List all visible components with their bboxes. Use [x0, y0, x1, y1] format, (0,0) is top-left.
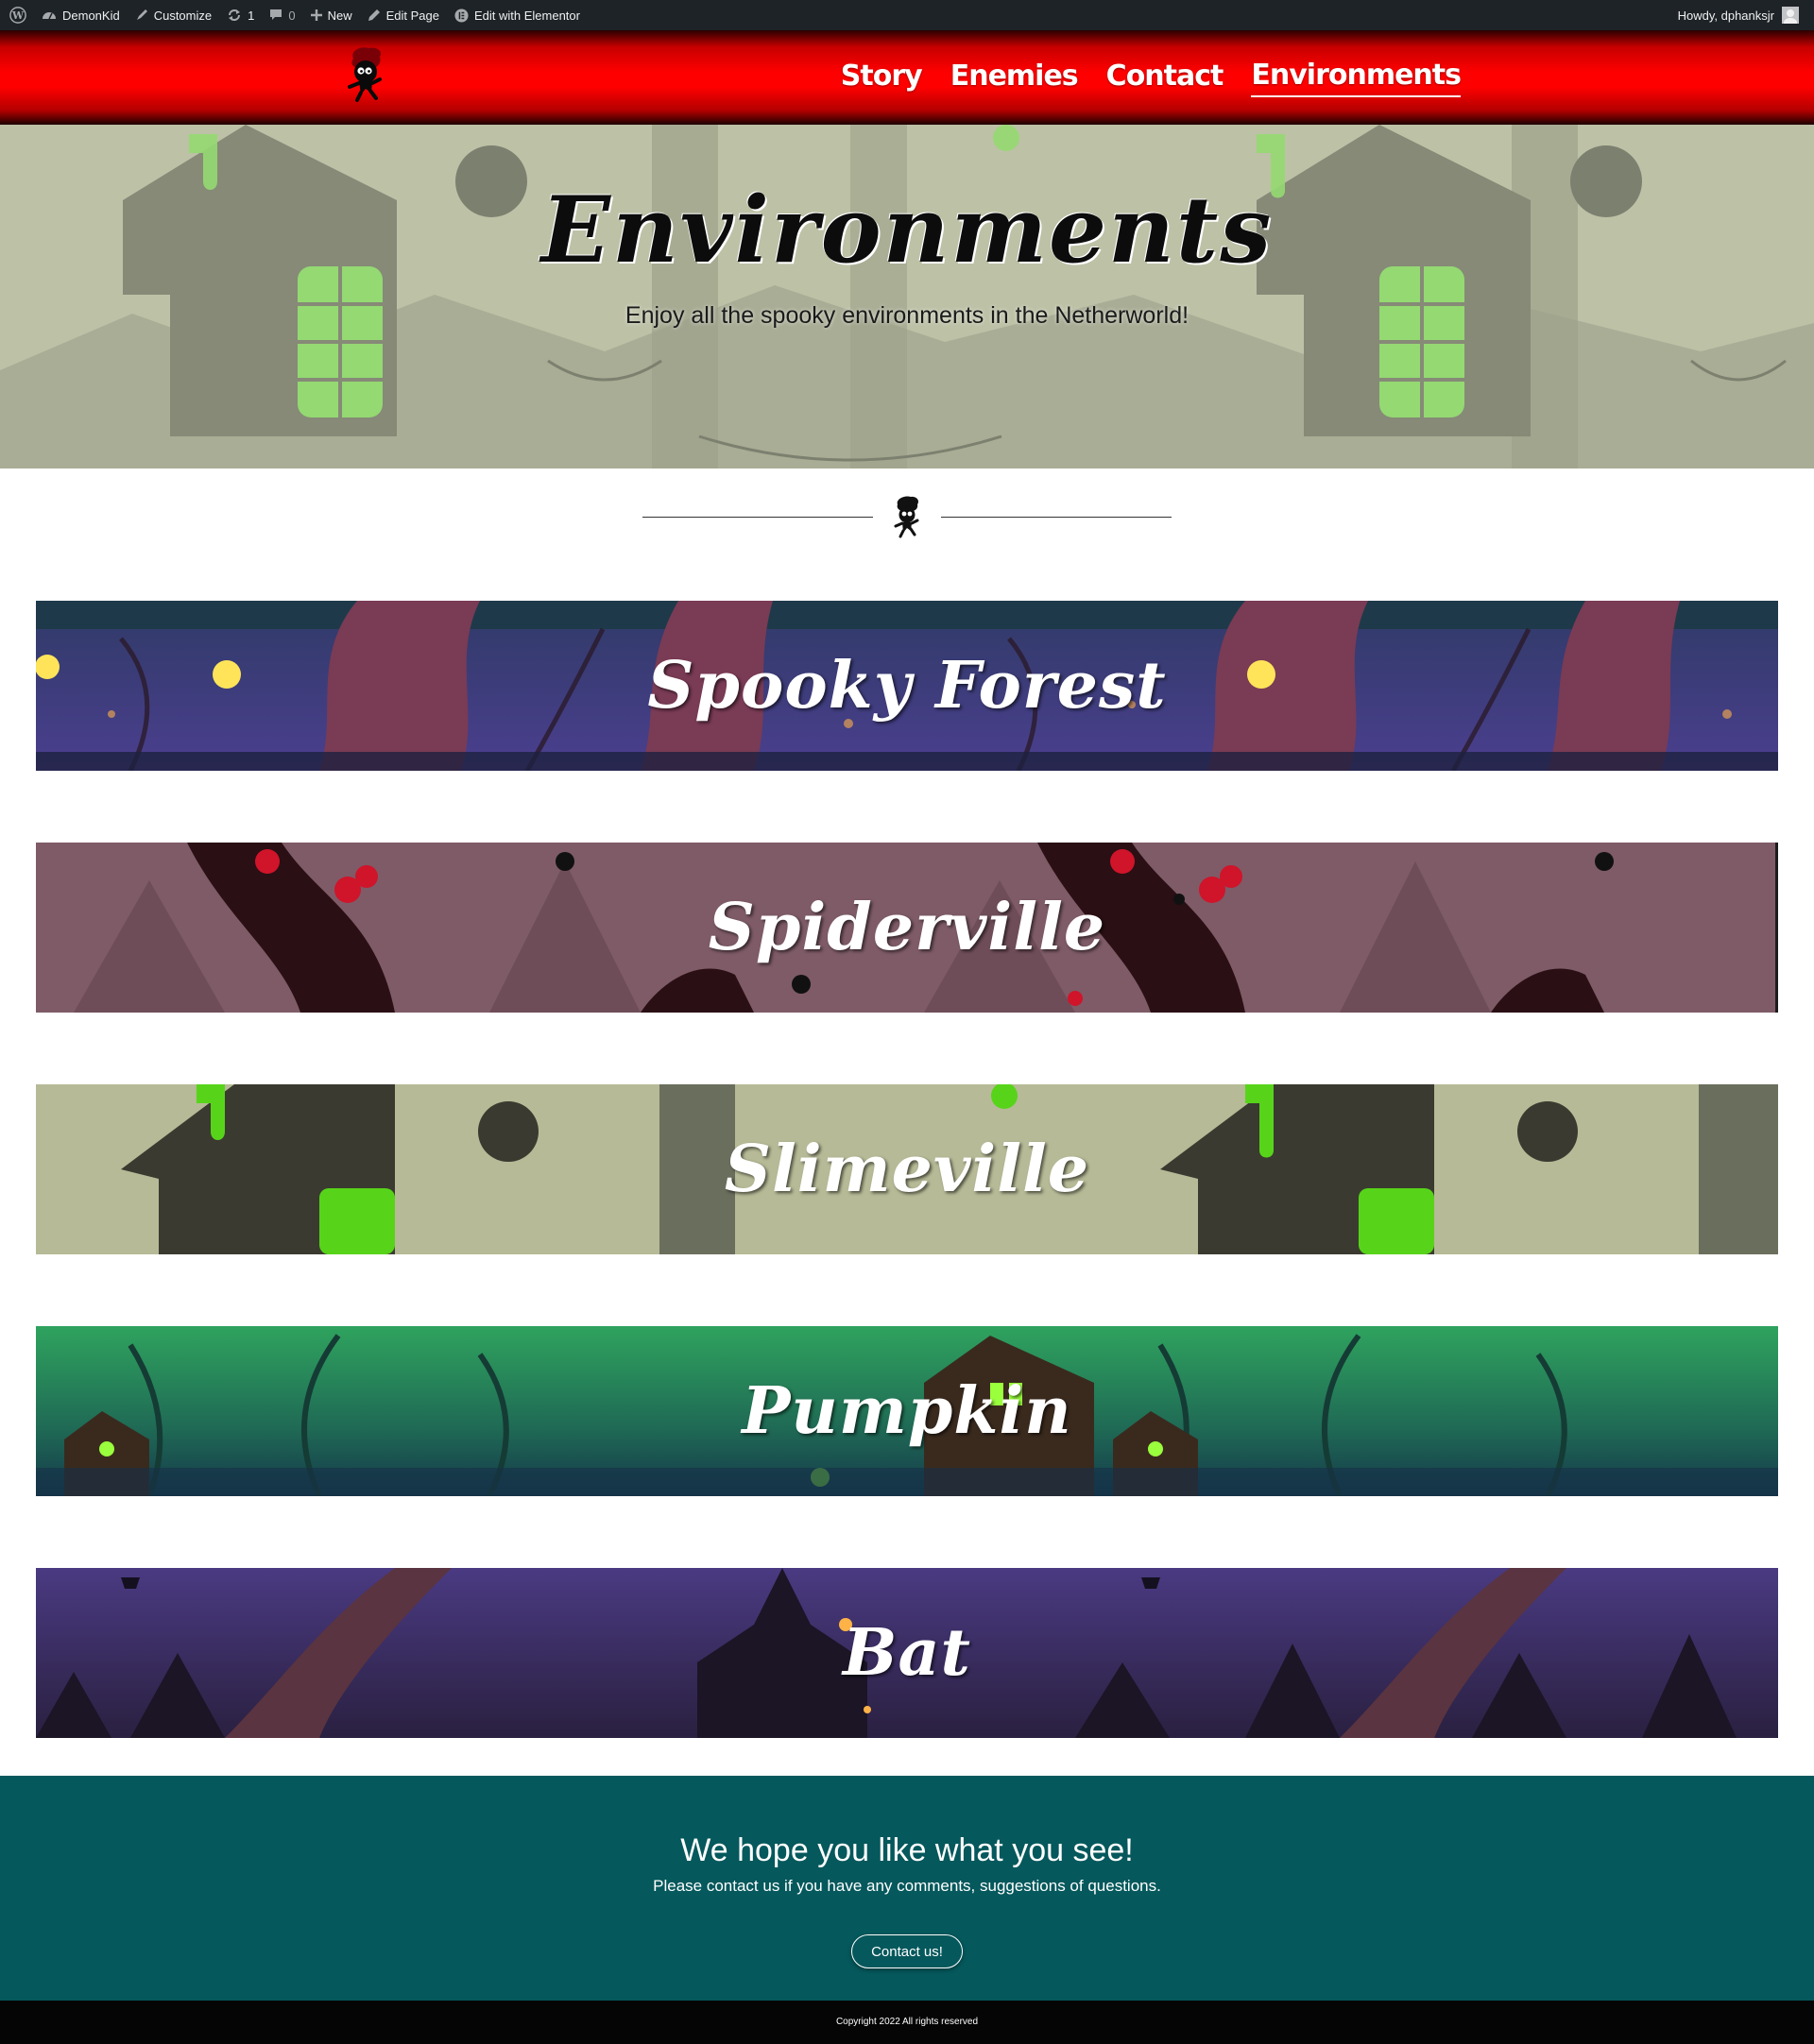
demon-kid-mascot-icon: [890, 495, 924, 538]
divider-line-right: [941, 517, 1172, 518]
nav-story[interactable]: Story: [841, 60, 923, 96]
site-name: DemonKid: [62, 8, 120, 23]
divider-line-left: [642, 517, 873, 518]
main-nav: Story Enemies Contact Environments: [841, 30, 1462, 125]
howdy-text: Howdy, dphanksjr: [1677, 8, 1774, 23]
new-content-link[interactable]: New: [303, 0, 360, 30]
environment-title: Bat: [843, 1615, 971, 1691]
customize-link[interactable]: Customize: [128, 0, 219, 30]
my-account[interactable]: Howdy, dphanksjr: [1678, 0, 1799, 30]
nav-environments[interactable]: Environments: [1251, 59, 1462, 97]
environment-banner-pumpkin[interactable]: Pumpkin: [36, 1326, 1778, 1496]
cta-heading: We hope you like what you see!: [680, 1832, 1134, 1868]
environment-banner-slimeville[interactable]: Slimeville: [36, 1084, 1778, 1254]
refresh-icon: [227, 9, 242, 22]
edit-elementor-label: Edit with Elementor: [473, 8, 580, 23]
customize-label: Customize: [153, 8, 213, 23]
comments-count: 0: [288, 8, 296, 23]
admin-bar: W DemonKid Customize 1 0 New Edit Page E…: [0, 0, 1814, 30]
comment-icon: [269, 9, 282, 22]
contact-us-button[interactable]: Contact us!: [851, 1934, 963, 1968]
comments-link[interactable]: 0: [262, 0, 302, 30]
site-name-link[interactable]: DemonKid: [34, 0, 128, 30]
dashboard-icon: [42, 9, 57, 22]
avatar-icon: [1782, 7, 1799, 24]
edit-page-link[interactable]: Edit Page: [360, 0, 447, 30]
edit-elementor-link[interactable]: Edit with Elementor: [447, 0, 588, 30]
nav-contact[interactable]: Contact: [1106, 60, 1224, 96]
section-divider: [642, 495, 1172, 540]
demon-kid-logo[interactable]: [340, 45, 389, 104]
page-title: Environments: [540, 177, 1274, 283]
wordpress-icon: W: [9, 7, 26, 24]
environment-banner-spiderville[interactable]: Spiderville: [36, 843, 1778, 1013]
contact-cta-section: We hope you like what you see! Please co…: [0, 1776, 1814, 2001]
nav-enemies[interactable]: Enemies: [950, 60, 1079, 96]
new-label: New: [327, 8, 352, 23]
svg-text:W: W: [11, 9, 25, 22]
environment-title: Spooky Forest: [647, 648, 1167, 724]
brush-icon: [135, 9, 148, 22]
copyright-text: Copyright 2022 All rights reserved: [835, 2017, 979, 2027]
pencil-icon: [368, 9, 381, 22]
environment-title: Pumpkin: [742, 1373, 1072, 1449]
environment-banner-bat[interactable]: Bat: [36, 1568, 1778, 1738]
page-subtitle: Enjoy all the spooky environments in the…: [625, 302, 1189, 329]
plus-icon: [310, 9, 322, 21]
wordpress-menu[interactable]: W: [0, 0, 34, 30]
site-footer: Copyright 2022 All rights reserved: [0, 2001, 1814, 2044]
environment-title: Spiderville: [708, 890, 1106, 965]
elementor-icon: [454, 8, 469, 23]
site-header: Story Enemies Contact Environments: [0, 30, 1814, 125]
updates-count: 1: [248, 8, 255, 23]
updates-link[interactable]: 1: [219, 0, 262, 30]
environment-title: Slimeville: [724, 1132, 1090, 1207]
hero-section: Environments Enjoy all the spooky enviro…: [0, 125, 1814, 468]
environment-banner-spooky-forest[interactable]: Spooky Forest: [36, 601, 1778, 771]
edit-page-label: Edit Page: [385, 8, 439, 23]
cta-text: Please contact us if you have any commen…: [653, 1877, 1161, 1895]
